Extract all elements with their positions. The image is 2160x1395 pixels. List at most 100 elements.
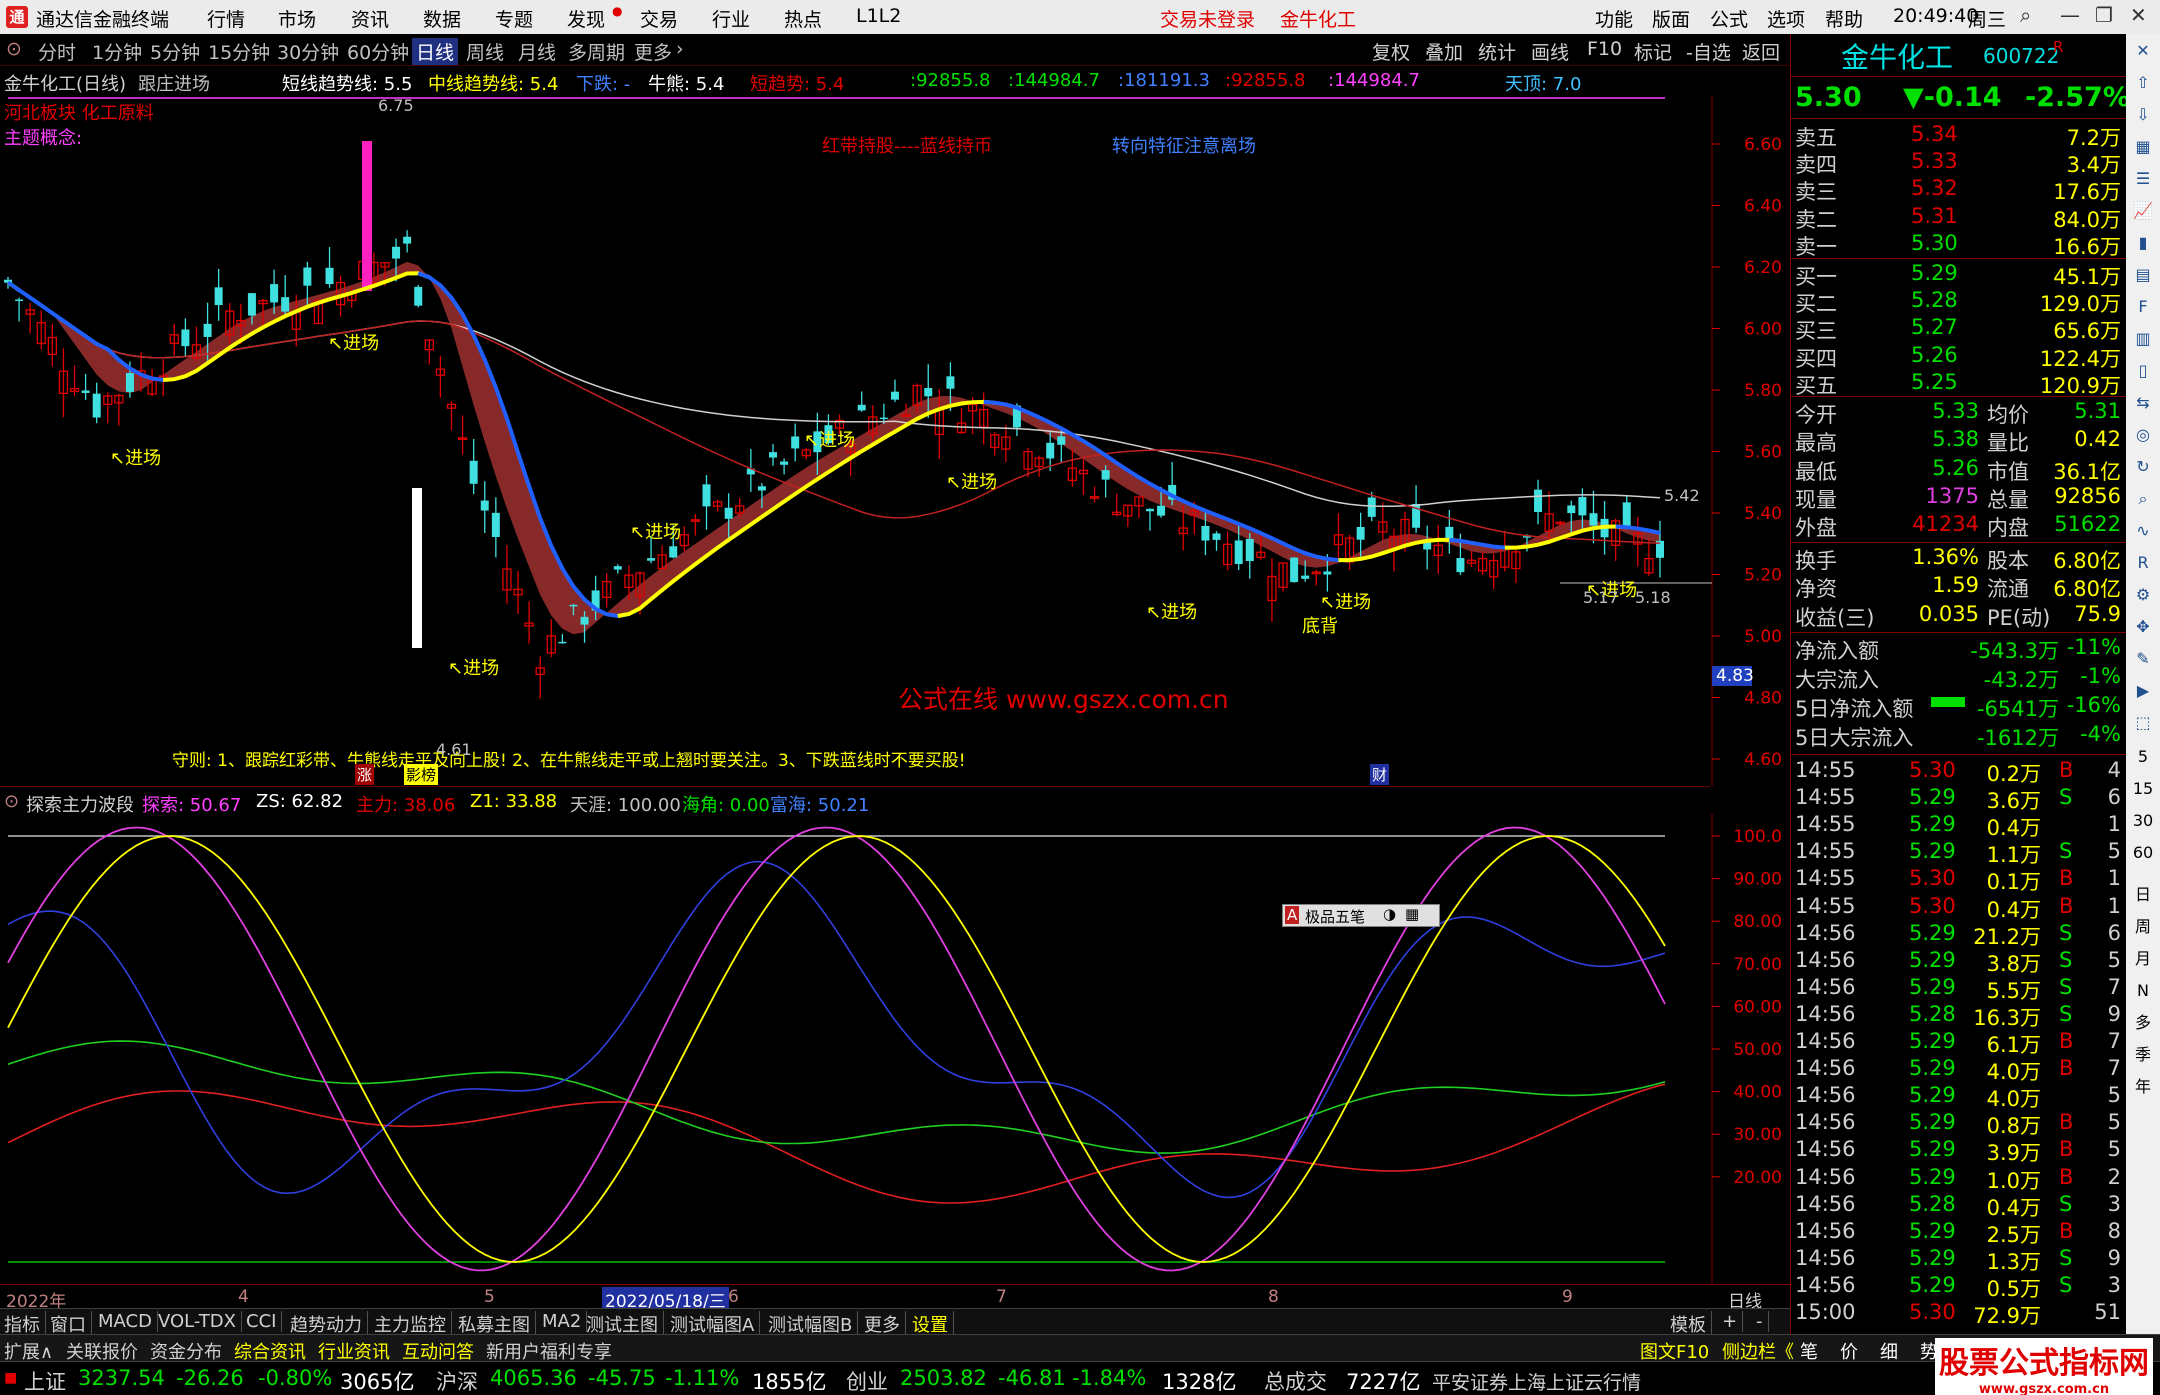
menu-item[interactable]: 专题 (495, 5, 533, 32)
toolbar-button[interactable]: 标记 (1634, 38, 1672, 65)
period-30[interactable]: 30 (2130, 808, 2156, 834)
tick-row[interactable]: 14:56 5.29 3.8万 S 5 (1791, 948, 2127, 976)
bid-row[interactable]: 买一 5.29 45.1万 (1791, 261, 2127, 289)
menu-item[interactable]: 行业 (712, 5, 750, 32)
period-n[interactable]: N (2130, 978, 2156, 1004)
candle-icon[interactable]: ▮ (2130, 230, 2156, 256)
period-tab[interactable]: 5分钟 (150, 38, 200, 65)
login-status[interactable]: 交易未登录 (1160, 5, 1255, 32)
period-season[interactable]: 季 (2130, 1042, 2156, 1068)
tick-row[interactable]: 14:56 5.29 0.8万 B 5 (1791, 1110, 2127, 1138)
tick-row[interactable]: 14:55 5.29 3.6万 S 6 (1791, 785, 2127, 813)
tab-ma2[interactable]: MA2 (542, 1311, 588, 1332)
hs-name[interactable]: 沪深 (436, 1366, 478, 1395)
arrow-down-icon[interactable]: ⇩ (2130, 102, 2156, 128)
menu-item[interactable]: 功能 (1595, 5, 1633, 32)
period-tab[interactable]: 更多 (634, 38, 672, 65)
cy-name[interactable]: 创业 (846, 1366, 888, 1395)
tick-row[interactable]: 14:56 5.29 1.0万 B 2 (1791, 1165, 2127, 1193)
arrow-up-icon[interactable]: ⇧ (2130, 70, 2156, 96)
candlestick-chart[interactable]: 6.60 6.40 6.20 6.00 5.80 5.60 5.40 5.20 5.00 4.80… (0, 96, 1790, 786)
period-tab[interactable]: 多周期 (568, 38, 625, 65)
f10-icon[interactable]: F (2130, 294, 2156, 320)
settings-icon[interactable]: ⚙ (2130, 582, 2156, 608)
menu-item[interactable]: 行情 (207, 5, 245, 32)
period-week[interactable]: 周 (2130, 914, 2156, 940)
minimize-icon[interactable]: — (2060, 3, 2080, 27)
toolbar-button[interactable]: -自选 (1686, 38, 1731, 65)
bid-row[interactable]: 买三 5.27 65.6万 (1791, 315, 2127, 343)
menu-item[interactable]: L1L2 (856, 5, 901, 27)
pencil-icon[interactable]: ✎ (2130, 646, 2156, 672)
period-tab[interactable]: 月线 (518, 38, 556, 65)
period-tab[interactable]: 周线 (466, 38, 504, 65)
menu-item[interactable]: 选项 (1767, 5, 1805, 32)
period-month[interactable]: 月 (2130, 946, 2156, 972)
bid-row[interactable]: 买五 5.25 120.9万 (1791, 370, 2127, 398)
ask-row[interactable]: 卖三 5.32 17.6万 (1791, 176, 2127, 204)
tick-row[interactable]: 14:55 5.30 0.4万 B 1 (1791, 894, 2127, 922)
stat-row[interactable]: 最低 5.26 市值 36.1亿 (1791, 456, 2127, 484)
play-icon[interactable]: ▶ (2130, 678, 2156, 704)
collapse-icon[interactable]: ⊙ (6, 38, 22, 60)
list-icon[interactable]: ☰ (2130, 166, 2156, 192)
menu-item[interactable]: 公式 (1710, 5, 1748, 32)
move-icon[interactable]: ✥ (2130, 614, 2156, 640)
period-tab-selected[interactable]: 日线 (412, 38, 459, 65)
menu-item[interactable]: 热点 (784, 5, 822, 32)
tick-row[interactable]: 14:56 5.29 1.3万 S 9 (1791, 1246, 2127, 1274)
toolbar-button[interactable]: 统计 (1478, 38, 1516, 65)
tick-row[interactable]: 14:56 5.29 4.0万 5 (1791, 1083, 2127, 1111)
stat-row[interactable]: 净资 1.59 流通 6.80亿 (1791, 573, 2127, 601)
sh-name[interactable]: 上证 (24, 1366, 66, 1395)
tick-row[interactable]: 14:56 5.29 3.9万 B 5 (1791, 1137, 2127, 1165)
period-multi[interactable]: 多 (2130, 1010, 2156, 1036)
compare-icon[interactable]: ⇆ (2130, 390, 2156, 416)
ask-row[interactable]: 卖四 5.33 3.4万 (1791, 149, 2127, 177)
kline-icon[interactable]: ▯ (2130, 358, 2156, 384)
toolbar-button[interactable]: F10 (1587, 38, 1622, 60)
rsi-icon[interactable]: R (2130, 550, 2156, 576)
period-tab[interactable]: 60分钟 (347, 38, 409, 65)
chart-icon[interactable]: 📈 (2130, 198, 2156, 224)
period-tab[interactable]: 30分钟 (277, 38, 339, 65)
stat-row[interactable]: 换手 1.36% 股本 6.80亿 (1791, 545, 2127, 573)
restore-icon[interactable]: ❐ (2095, 3, 2113, 27)
menu-item[interactable]: 交易 (640, 5, 678, 32)
circle-icon[interactable]: ◎ (2130, 422, 2156, 448)
flow-row[interactable]: 大宗流入 -43.2万 -1% (1791, 664, 2127, 692)
period-year[interactable]: 年 (2130, 1074, 2156, 1100)
menu-item[interactable]: 帮助 (1825, 5, 1863, 32)
plus-button[interactable]: + (1722, 1311, 1744, 1332)
tab-vol[interactable]: VOL-TDX (158, 1311, 242, 1332)
toolbar-button[interactable]: 复权 (1372, 38, 1410, 65)
oscillator-chart[interactable]: 100.0 90.00 80.00 70.00 60.00 50.00 40.00 30.00… (0, 814, 1790, 1284)
ask-row[interactable]: 卖五 5.34 7.2万 (1791, 122, 2127, 150)
menu-item[interactable]: 市场 (278, 5, 316, 32)
table-icon[interactable]: ▥ (2130, 326, 2156, 352)
stat-row[interactable]: 现量 1375 总量 92856 (1791, 484, 2127, 512)
badge-yingbang[interactable]: 影榜 (404, 764, 439, 785)
toolbar-button[interactable]: 返回 (1742, 38, 1780, 65)
period-day[interactable]: 5 (2130, 744, 2156, 770)
ask-row[interactable]: 卖二 5.31 84.0万 (1791, 204, 2127, 232)
tab-macd[interactable]: MACD (98, 1311, 158, 1332)
ime-mode-icon[interactable]: ◑ (1383, 905, 1396, 923)
badge-cai[interactable]: 财 (1370, 764, 1390, 785)
badge-zhang[interactable]: 涨 (355, 764, 375, 785)
bid-row[interactable]: 买四 5.26 122.4万 (1791, 343, 2127, 371)
menu-item[interactable]: 发现 (567, 5, 605, 32)
tick-row[interactable]: 14:55 5.29 0.4万 1 (1791, 812, 2127, 840)
tick-row[interactable]: 14:56 5.29 21.2万 S 6 (1791, 921, 2127, 949)
tick-row[interactable]: 14:55 5.30 0.2万 B 4 (1791, 758, 2127, 786)
tick-row[interactable]: 14:56 5.28 16.3万 S 9 (1791, 1002, 2127, 1030)
menu-item[interactable]: 资讯 (351, 5, 389, 32)
tick-row[interactable]: 14:55 5.30 0.1万 B 1 (1791, 866, 2127, 894)
tick-row[interactable]: 14:56 5.29 4.0万 B 7 (1791, 1056, 2127, 1084)
tick-row[interactable]: 15:00 5.30 72.9万 51 (1791, 1300, 2127, 1328)
refresh-icon[interactable]: ↻ (2130, 454, 2156, 480)
stat-row[interactable]: 今开 5.33 均价 5.31 (1791, 399, 2127, 427)
menu-item[interactable]: 版面 (1652, 5, 1690, 32)
wave-icon[interactable]: ∿ (2130, 518, 2156, 544)
period-tab[interactable]: 1分钟 (92, 38, 142, 65)
